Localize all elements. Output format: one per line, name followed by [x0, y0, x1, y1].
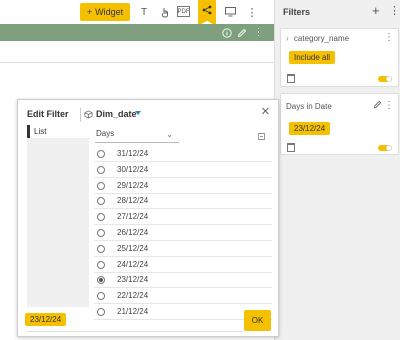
filter-value-chip[interactable]: Include all — [289, 51, 336, 64]
filters-title: Filters — [283, 7, 311, 17]
radio-button[interactable] — [97, 197, 105, 206]
date-option-label: 30/12/24 — [117, 164, 149, 174]
dimension-selector[interactable]: Dim_date — [96, 109, 137, 119]
trash-icon[interactable] — [287, 143, 295, 152]
ok-button[interactable]: OK — [244, 310, 271, 331]
widget-header-bar: ⋮ — [0, 24, 274, 41]
date-option-label: 27/12/24 — [117, 212, 149, 222]
dialog-title: Edit Filter — [27, 109, 69, 119]
pdf-label: PDF — [177, 8, 190, 15]
filter-card-header: › category_name — [286, 34, 349, 43]
select-all-checkbox[interactable] — [258, 133, 265, 140]
canvas-divider — [0, 62, 274, 63]
date-option[interactable]: 30/12/24 — [94, 163, 272, 178]
trash-icon[interactable] — [287, 74, 295, 83]
card-more-icon[interactable]: ⋮ — [384, 100, 394, 111]
toolbar-more-icon[interactable]: ⋮ — [244, 4, 260, 20]
selected-value-chip[interactable]: 23/12/24 — [25, 313, 67, 326]
pdf-export-icon[interactable]: PDF — [177, 6, 190, 17]
share-icon — [202, 5, 212, 15]
add-filter-button[interactable]: + — [372, 3, 380, 18]
date-option[interactable]: 24/12/24 — [94, 258, 272, 273]
filter-card-title: Days in Date — [286, 102, 332, 111]
date-option[interactable]: 22/12/24 — [94, 289, 272, 305]
card-more-icon[interactable]: ⋮ — [384, 32, 394, 43]
pencil-icon[interactable] — [373, 100, 382, 111]
title-divider — [80, 108, 81, 122]
date-option-label: 22/12/24 — [117, 291, 149, 301]
cube-icon — [84, 110, 93, 121]
radio-button[interactable] — [97, 276, 105, 285]
date-option[interactable]: 25/12/24 — [94, 242, 272, 257]
radio-button[interactable] — [97, 260, 105, 269]
edit-filter-dialog: Edit Filter Dim_date ✕ List Days ⌄ 31/12… — [17, 99, 279, 337]
filters-more-icon[interactable]: ⋮ — [389, 4, 400, 17]
tab-list[interactable]: List — [27, 125, 89, 138]
date-option[interactable]: 29/12/24 — [94, 179, 272, 194]
toolbar-more-glyph: ⋮ — [246, 6, 258, 19]
filter-card-category[interactable]: › category_name ⋮ Include all — [280, 28, 399, 87]
info-icon[interactable] — [220, 26, 233, 39]
radio-button[interactable] — [97, 229, 105, 237]
filter-value-chip[interactable]: 23/12/24 — [289, 122, 331, 135]
filter-type-column: List — [27, 125, 89, 307]
close-icon[interactable]: ✕ — [261, 105, 270, 118]
add-widget-button[interactable]: + Widget — [80, 3, 130, 21]
days-select-label: Days — [96, 129, 115, 138]
date-option[interactable]: 28/12/24 — [94, 194, 272, 210]
date-option-label: 25/12/24 — [117, 243, 149, 253]
widget-button-label: Widget — [95, 7, 124, 17]
date-option[interactable]: 27/12/24 — [94, 210, 272, 226]
date-option-label: 23/12/24 — [117, 275, 149, 285]
filter-toggle[interactable] — [378, 76, 392, 82]
widget-more-icon[interactable]: ⋮ — [252, 26, 265, 39]
days-level-select[interactable]: Days ⌄ — [95, 129, 179, 143]
pointer-icon[interactable] — [157, 4, 173, 20]
radio-button[interactable] — [97, 292, 105, 301]
edit-widget-icon[interactable] — [235, 26, 248, 39]
radio-button[interactable] — [97, 244, 105, 253]
date-option[interactable]: 26/12/24 — [94, 226, 272, 241]
filters-panel: Filters + ⋮ › category_name ⋮ Include al… — [274, 0, 400, 340]
chevron-right-icon[interactable]: › — [286, 34, 289, 43]
chevron-down-icon: ⌄ — [166, 130, 173, 139]
date-option-label: 29/12/24 — [117, 180, 149, 190]
date-option-label: 28/12/24 — [117, 196, 149, 206]
text-icon-glyph: T — [140, 6, 148, 18]
app-root: + Widget T PDF ⋮ ⋮ Filters + ⋮ › categor… — [0, 0, 400, 340]
radio-button[interactable] — [97, 213, 105, 222]
date-option-label: 26/12/24 — [117, 228, 149, 237]
date-option-label: 31/12/24 — [117, 149, 149, 158]
top-toolbar: + Widget T PDF ⋮ — [0, 0, 274, 26]
share-tab[interactable] — [198, 0, 216, 26]
plus-icon: + — [86, 7, 93, 17]
date-option[interactable]: 31/12/24 — [94, 147, 272, 162]
filter-card-title: category_name — [293, 34, 350, 43]
date-option[interactable]: 23/12/24 — [94, 273, 272, 289]
radio-button[interactable] — [97, 150, 105, 158]
caret-down-icon[interactable] — [135, 111, 141, 115]
radio-button[interactable] — [97, 181, 105, 190]
filter-card-days[interactable]: Days in Date ⋮ 23/12/24 — [280, 93, 399, 155]
date-option-label: 24/12/24 — [117, 259, 149, 269]
radio-button[interactable] — [97, 165, 105, 174]
text-icon[interactable]: T — [136, 4, 152, 20]
filter-toggle[interactable] — [378, 145, 392, 151]
monitor-icon[interactable] — [222, 4, 238, 20]
